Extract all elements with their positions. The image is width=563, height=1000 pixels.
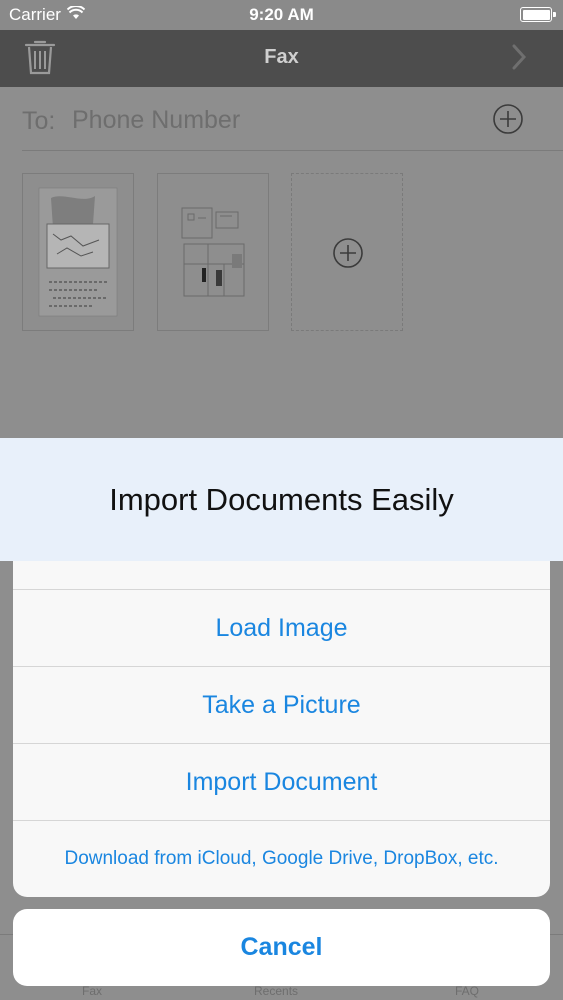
page-thumbnail[interactable]	[157, 173, 269, 331]
nav-title: Fax	[264, 46, 299, 68]
load-image-button[interactable]: Load Image	[13, 589, 550, 666]
status-bar: Carrier 9:20 AM	[0, 0, 563, 30]
to-label: To:	[22, 107, 56, 135]
status-time: 9:20 AM	[249, 5, 314, 24]
recipient-row: To:	[0, 87, 563, 151]
action-sheet: Load Image Take a Picture Import Documen…	[13, 520, 550, 897]
battery-icon	[520, 7, 556, 22]
add-page-button[interactable]	[291, 173, 403, 331]
tab-recents[interactable]: Recents	[254, 984, 298, 998]
divider	[22, 150, 563, 151]
promo-banner: Import Documents Easily	[0, 438, 563, 561]
import-document-button[interactable]: Import Document	[13, 743, 550, 820]
tab-faq[interactable]: FAQ	[455, 984, 479, 998]
tab-fax[interactable]: Fax	[82, 984, 102, 998]
nav-bar: Fax	[0, 30, 563, 87]
take-picture-button[interactable]: Take a Picture	[13, 666, 550, 743]
page-thumbnail[interactable]	[22, 173, 134, 331]
phone-number-input[interactable]	[72, 103, 472, 137]
add-contact-icon[interactable]	[492, 103, 524, 140]
chevron-right-icon[interactable]	[511, 43, 527, 76]
cancel-button[interactable]: Cancel	[13, 909, 550, 986]
download-cloud-button[interactable]: Download from iCloud, Google Drive, Drop…	[13, 820, 550, 897]
add-page-icon	[333, 238, 363, 268]
